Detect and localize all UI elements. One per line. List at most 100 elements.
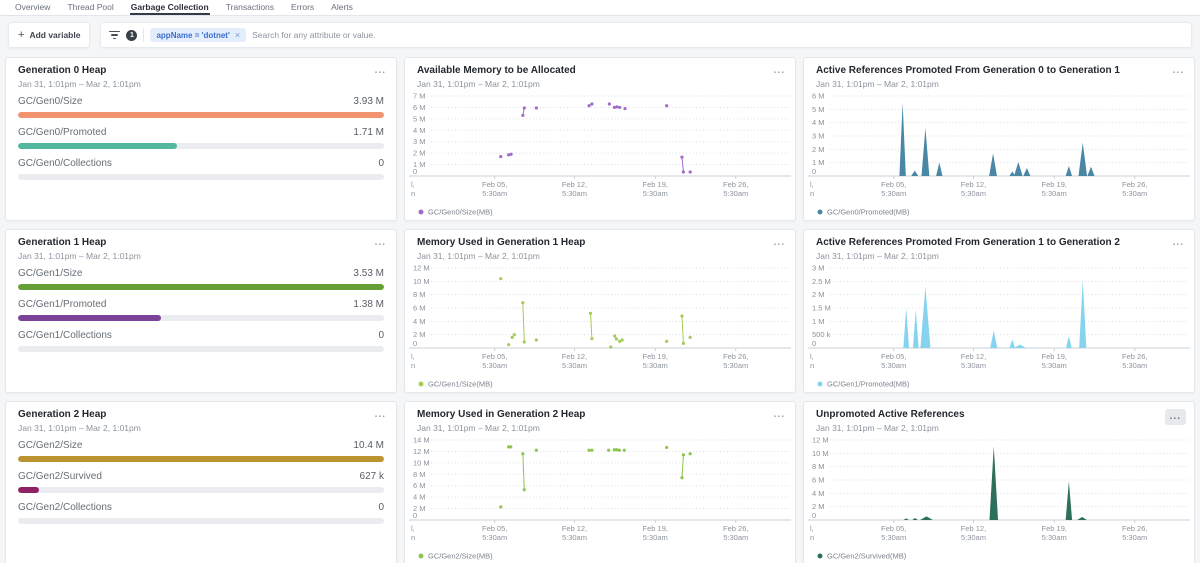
panel-menu-button[interactable]: ...	[772, 237, 787, 249]
data-point	[590, 337, 593, 340]
x-tick-label: 5:30am	[1042, 533, 1067, 542]
data-point	[615, 337, 618, 340]
y-tick-label: 5 M	[413, 114, 426, 123]
metric-value: 10.4 M	[353, 440, 384, 451]
x-tick-label: Feb 05,	[482, 352, 507, 361]
y-tick-label: 1 M	[812, 158, 825, 167]
metric-label: GC/Gen0/Collections	[18, 158, 112, 169]
x-tick-label: Feb 19,	[643, 180, 668, 189]
x-tick-label: 5:30am	[1122, 361, 1147, 370]
x-tick-label: 5:30am	[482, 533, 507, 542]
x-tick-label: Feb 12,	[961, 352, 986, 361]
panel-unpromoted-references: Unpromoted Active References Jan 31, 1:0…	[803, 401, 1195, 563]
x-tick-label: 5:30am	[562, 189, 587, 198]
panel-title: Generation 1 Heap	[18, 237, 141, 249]
y-tick-label: 8 M	[413, 290, 426, 299]
panel-time-range: Jan 31, 1:01pm – Mar 2, 1:01pm	[816, 79, 1120, 90]
filter-icon[interactable]	[109, 29, 120, 42]
x-tick-label-clipped: l,	[810, 352, 814, 361]
data-point	[521, 301, 524, 304]
panel-time-range: Jan 31, 1:01pm – Mar 2, 1:01pm	[816, 251, 1120, 262]
y-tick-label: 2.5 M	[812, 277, 831, 286]
metric-label: GC/Gen1/Size	[18, 268, 82, 279]
panel-menu-button[interactable]: ...	[772, 65, 787, 77]
search-bar[interactable]: 1 appName = 'dotnet' ×	[100, 22, 1192, 48]
panel-title: Memory Used in Generation 1 Heap	[417, 237, 585, 249]
data-point	[623, 107, 626, 110]
panel-menu-button[interactable]: ...	[1171, 237, 1186, 249]
x-tick-label: 5:30am	[482, 189, 507, 198]
legend-label: GC/Gen0/Promoted(MB)	[827, 208, 910, 217]
panel-menu-button[interactable]: ...	[1171, 65, 1186, 77]
data-point	[615, 105, 618, 108]
metric-track	[18, 143, 384, 149]
add-variable-button[interactable]: + Add variable	[8, 22, 90, 48]
panel-menu-button[interactable]: ...	[373, 237, 388, 249]
y-tick-label: 6 M	[413, 304, 426, 313]
panel-menu-button[interactable]: ...	[373, 409, 388, 421]
x-tick-label: 5:30am	[881, 189, 906, 198]
data-line	[590, 313, 591, 338]
x-tick-label: 5:30am	[482, 361, 507, 370]
legend-dot	[419, 554, 424, 559]
tab-errors[interactable]: Errors	[290, 0, 315, 15]
metric-value: 1.71 M	[353, 127, 384, 138]
metric-label: GC/Gen1/Collections	[18, 330, 112, 341]
tab-overview[interactable]: Overview	[14, 0, 51, 15]
data-point	[680, 314, 683, 317]
y-tick-label: 4 M	[413, 493, 426, 502]
search-input[interactable]	[252, 30, 1183, 40]
tab-thread-pool[interactable]: Thread Pool	[66, 0, 114, 15]
x-tick-label: 5:30am	[1042, 361, 1067, 370]
y-tick-label: 12 M	[413, 447, 430, 456]
metric-label: GC/Gen0/Size	[18, 96, 82, 107]
area-series	[830, 280, 1186, 348]
panel-title: Active References Promoted From Generati…	[816, 237, 1120, 249]
metric-value: 0	[378, 330, 384, 341]
data-point	[680, 476, 683, 479]
panel-time-range: Jan 31, 1:01pm – Mar 2, 1:01pm	[417, 79, 576, 90]
y-tick-label: 5 M	[812, 105, 825, 114]
x-tick-label: Feb 05,	[881, 352, 906, 361]
top-nav: Overview Thread Pool Garbage Collection Tra…	[0, 0, 1200, 16]
panel-menu-button[interactable]: ...	[373, 65, 388, 77]
filter-chip[interactable]: appName = 'dotnet' ×	[150, 28, 246, 42]
x-tick-label: Feb 26,	[1122, 524, 1147, 533]
tab-alerts[interactable]: Alerts	[330, 0, 354, 15]
x-tick-label: 5:30am	[643, 361, 668, 370]
x-tick-label: Feb 26,	[1122, 352, 1147, 361]
x-tick-label: Feb 12,	[562, 524, 587, 533]
metric-track	[18, 487, 384, 493]
data-point	[513, 333, 516, 336]
panel-generation-2-heap: Generation 2 Heap Jan 31, 1:01pm – Mar 2…	[5, 401, 397, 563]
data-point	[511, 336, 514, 339]
panel-menu-button[interactable]: ...	[1165, 409, 1186, 425]
tab-garbage-collection[interactable]: Garbage Collection	[130, 0, 210, 15]
x-tick-label: Feb 12,	[562, 352, 587, 361]
x-tick-label-clipped: n	[411, 533, 415, 542]
y-tick-label: 4 M	[413, 126, 426, 135]
metric-row: GC/Gen0/Size3.93 M	[18, 96, 384, 118]
x-tick-label-clipped: l,	[411, 180, 415, 189]
tab-transactions[interactable]: Transactions	[225, 0, 275, 15]
dashboard-grid: Generation 0 Heap Jan 31, 1:01pm – Mar 2…	[0, 57, 1200, 563]
metric-label: GC/Gen2/Survived	[18, 471, 102, 482]
y-tick-label: 10 M	[413, 277, 430, 286]
y-tick-label: 3 M	[812, 132, 825, 141]
chip-remove-icon[interactable]: ×	[235, 31, 240, 39]
y-tick-label: 1.5 M	[812, 304, 831, 313]
x-tick-label-clipped: l,	[411, 524, 415, 533]
x-tick-label: 5:30am	[643, 533, 668, 542]
x-tick-label: 5:30am	[961, 533, 986, 542]
y-tick-label: 3 M	[413, 137, 426, 146]
legend-label: GC/Gen1/Promoted(MB)	[827, 380, 910, 389]
panel-title: Generation 0 Heap	[18, 65, 141, 77]
area-series	[830, 103, 1186, 176]
data-point	[523, 106, 526, 109]
panel-menu-button[interactable]: ...	[772, 409, 787, 421]
y-tick-label: 10 M	[413, 458, 430, 467]
panel-time-range: Jan 31, 1:01pm – Mar 2, 1:01pm	[417, 423, 585, 434]
data-point	[613, 334, 616, 337]
data-point	[590, 449, 593, 452]
x-tick-label: Feb 05,	[482, 180, 507, 189]
